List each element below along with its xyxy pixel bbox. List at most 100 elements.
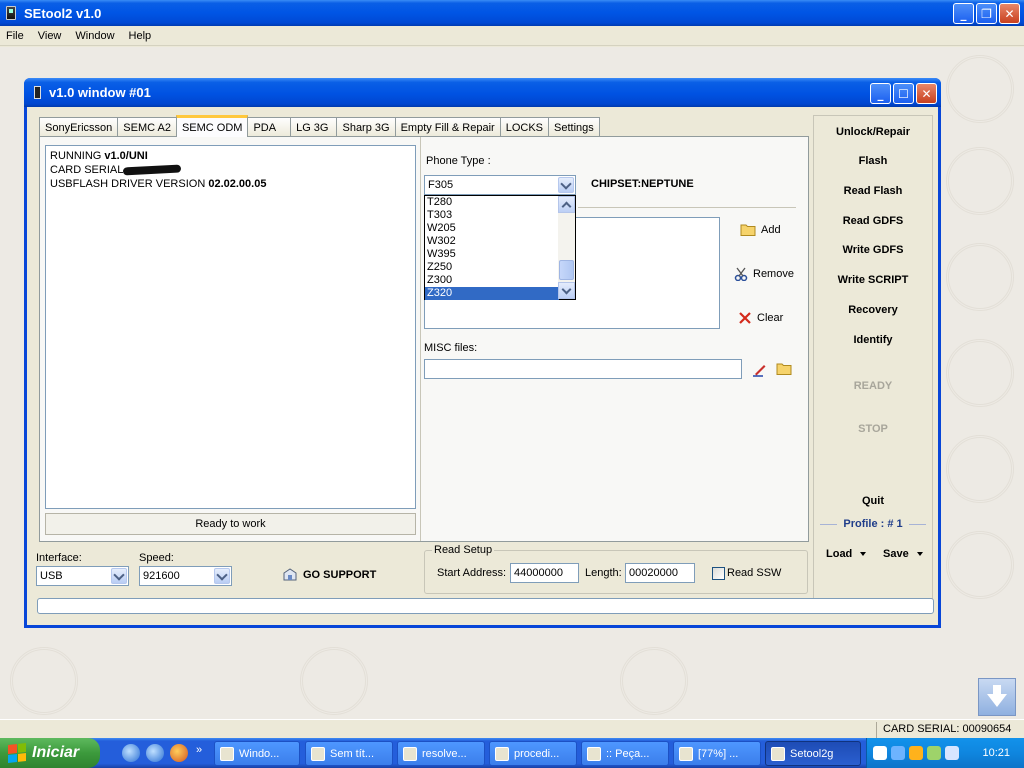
taskbar-item[interactable]: Windo...	[214, 741, 300, 766]
globe-icon[interactable]	[146, 744, 164, 762]
dropdown-option[interactable]: T280	[425, 196, 559, 209]
chevron-down-icon[interactable]	[111, 568, 127, 584]
save-button[interactable]: Save	[883, 548, 923, 560]
watermark-seal	[620, 647, 688, 715]
length-input[interactable]: 00020000	[625, 563, 695, 583]
firefox-icon[interactable]	[170, 744, 188, 762]
tab-semc-a2[interactable]: SEMC A2	[117, 117, 177, 137]
interface-select[interactable]: USB	[36, 566, 129, 586]
watermark-seal	[10, 647, 78, 715]
watermark-seal	[946, 531, 1014, 599]
tab-locks[interactable]: LOCKS	[499, 117, 550, 137]
back-icon[interactable]	[891, 746, 905, 760]
watermark-seal	[946, 55, 1014, 123]
messenger-icon[interactable]	[909, 746, 923, 760]
go-support-link[interactable]: GO SUPPORT	[282, 567, 376, 583]
dropdown-option[interactable]: T303	[425, 209, 559, 222]
clear-label: Clear	[757, 312, 784, 324]
tab-settings[interactable]: Settings	[548, 117, 600, 137]
stop-button[interactable]: STOP	[814, 423, 932, 435]
quick-launch-chevron[interactable]: »	[196, 744, 202, 762]
child-maximize-button[interactable]: ☐	[893, 83, 914, 104]
pencil-icon[interactable]	[752, 361, 768, 377]
taskbar-item[interactable]: :: Peça...	[581, 741, 669, 766]
restore-button[interactable]: ❐	[976, 3, 997, 24]
tab-sharp-3g[interactable]: Sharp 3G	[336, 117, 396, 137]
menu-help[interactable]: Help	[129, 30, 152, 42]
scroll-up-icon[interactable]	[558, 196, 575, 213]
load-button[interactable]: Load	[826, 548, 867, 560]
write-gdfs-button[interactable]: Write GDFS	[814, 244, 932, 256]
go-support-label: GO SUPPORT	[303, 569, 377, 581]
menu-window[interactable]: Window	[75, 30, 114, 42]
speed-select[interactable]: 921600	[139, 566, 232, 586]
dropdown-option[interactable]: W302	[425, 235, 559, 248]
internet-explorer-icon[interactable]	[122, 744, 140, 762]
identify-button[interactable]: Identify	[814, 334, 932, 346]
length-label: Length:	[585, 567, 622, 579]
write-script-button[interactable]: Write SCRIPT	[814, 274, 932, 286]
close-button[interactable]: ✕	[999, 3, 1020, 24]
tab-pda[interactable]: PDA	[247, 117, 292, 137]
recovery-button[interactable]: Recovery	[814, 304, 932, 316]
flash-button[interactable]: Flash	[814, 155, 932, 167]
add-button[interactable]: Add	[740, 223, 781, 236]
read-flash-button[interactable]: Read Flash	[814, 185, 932, 197]
help-icon[interactable]	[873, 746, 887, 760]
app-status-bar: CARD SERIAL: 00090654	[0, 719, 1024, 738]
progress-bar	[37, 598, 934, 614]
scroll-down-button[interactable]	[978, 678, 1016, 716]
scroll-thumb[interactable]	[559, 260, 574, 280]
tab-lg-3g[interactable]: LG 3G	[290, 117, 338, 137]
read-ssw-checkbox[interactable]	[712, 567, 725, 580]
app-title: SEtool2 v1.0	[24, 5, 102, 21]
dropdown-option[interactable]: Z300	[425, 274, 559, 287]
remove-label: Remove	[753, 268, 794, 280]
profile-rule	[820, 523, 838, 525]
app-title-bar[interactable]: SEtool2 v1.0 _ ❐ ✕	[0, 0, 1024, 26]
taskbar-item[interactable]: procedi...	[489, 741, 577, 766]
network-icon[interactable]	[927, 746, 941, 760]
scroll-down-icon[interactable]	[558, 282, 575, 299]
dropdown-option-selected[interactable]: Z320	[425, 287, 559, 300]
add-label: Add	[761, 223, 781, 236]
tab-semc-odm[interactable]: SEMC ODM	[175, 115, 249, 137]
child-title-bar[interactable]: v1.0 window #01 _ ☐ ✕	[24, 78, 941, 107]
phone-type-select[interactable]: F305	[424, 175, 576, 195]
taskbar-item[interactable]: resolve...	[397, 741, 485, 766]
tab-empty-fill-repair[interactable]: Empty Fill & Repair	[394, 117, 501, 137]
scissors-icon	[734, 267, 748, 281]
chevron-down-icon[interactable]	[558, 177, 574, 193]
menu-file[interactable]: File	[6, 30, 24, 42]
dropdown-scrollbar[interactable]	[558, 196, 575, 299]
phone-type-dropdown-list[interactable]: T280 T303 W205 W302 W395 Z250 Z300 Z320	[424, 195, 576, 300]
quit-button[interactable]: Quit	[814, 495, 932, 507]
chevron-down-icon[interactable]	[214, 568, 230, 584]
taskbar-item[interactable]: Sem tít...	[305, 741, 393, 766]
monitor-icon[interactable]	[945, 746, 959, 760]
menu-view[interactable]: View	[38, 30, 62, 42]
dropdown-option[interactable]: W205	[425, 222, 559, 235]
unlock-repair-button[interactable]: Unlock/Repair	[814, 126, 932, 138]
card-serial-status: CARD SERIAL: 00090654	[876, 722, 1016, 738]
start-button[interactable]: Iniciar	[0, 738, 100, 768]
folder-icon	[740, 224, 756, 236]
watermark-seal	[946, 243, 1014, 311]
child-close-button[interactable]: ✕	[916, 83, 937, 104]
dropdown-option[interactable]: W395	[425, 248, 559, 261]
child-minimize-button[interactable]: _	[870, 83, 891, 104]
folder-icon[interactable]	[776, 362, 792, 375]
start-address-input[interactable]: 44000000	[510, 563, 579, 583]
read-gdfs-button[interactable]: Read GDFS	[814, 215, 932, 227]
taskbar-item-active[interactable]: Setool2g	[765, 741, 861, 766]
clear-button[interactable]: Clear	[738, 311, 783, 325]
log-output[interactable]: RUNNING v1.0/UNI CARD SERIAL USBFLASH DR…	[45, 145, 416, 509]
ready-indicator: READY	[853, 380, 893, 392]
tab-sonyericsson[interactable]: SonyEricsson	[39, 117, 119, 137]
misc-files-input[interactable]	[424, 359, 742, 379]
taskbar-item[interactable]: [77%] ...	[673, 741, 761, 766]
remove-button[interactable]: Remove	[734, 267, 794, 281]
minimize-button[interactable]: _	[953, 3, 974, 24]
child-window: v1.0 window #01 _ ☐ ✕ SonyEricsson SEMC …	[24, 78, 941, 628]
dropdown-option[interactable]: Z250	[425, 261, 559, 274]
